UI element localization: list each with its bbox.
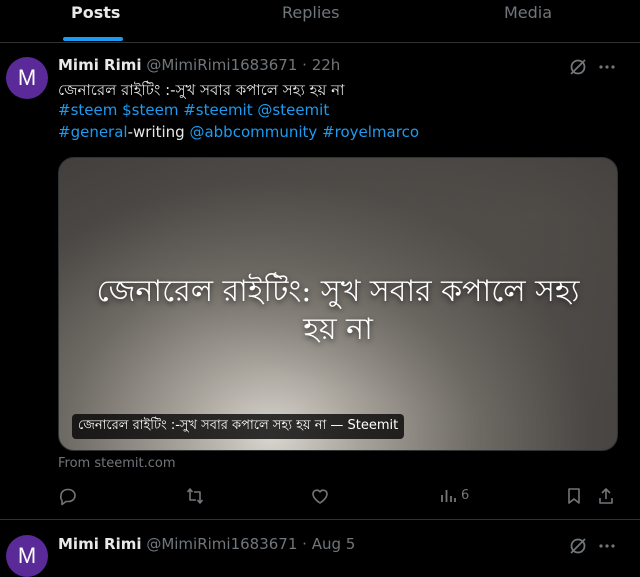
- share-icon[interactable]: [596, 486, 616, 506]
- tweet-hashtags: #general-writing @abbcommunity #royelmar…: [58, 123, 419, 141]
- tweet[interactable]: M Mimi Rimi @MimiRimi1683671 · 22h জেনার…: [0, 42, 640, 520]
- card-headline: জেনারেল রাইটিং: সুখ সবার কপালে সহ্য হয় …: [96, 274, 580, 347]
- profile-tabs: Posts Replies Media: [0, 0, 640, 43]
- active-tab-indicator: [63, 37, 123, 41]
- grok-slash-icon[interactable]: [568, 536, 588, 556]
- tweet-plain-text: -writing: [127, 123, 185, 141]
- display-name[interactable]: Mimi Rimi: [58, 535, 142, 553]
- hashtag-link[interactable]: #royelmarco: [322, 123, 419, 141]
- more-icon[interactable]: [597, 536, 617, 556]
- card-title-label: জেনারেল রাইটিং :-সুখ সবার কপালে সহ্য হয়…: [72, 414, 405, 439]
- card-source[interactable]: From steemit.com: [58, 456, 175, 471]
- reply-icon[interactable]: [58, 486, 78, 506]
- cashtag-link[interactable]: $steem: [122, 101, 178, 119]
- link-card[interactable]: জেনারেল রাইটিং: সুখ সবার কপালে সহ্য হয় …: [58, 157, 618, 451]
- tab-media[interactable]: Media: [432, 0, 640, 42]
- tab-media-label: Media: [504, 3, 553, 22]
- tweet-actions: 6: [0, 486, 640, 510]
- bookmark-icon[interactable]: [564, 486, 584, 506]
- mention-link[interactable]: @abbcommunity: [189, 123, 317, 141]
- timestamp[interactable]: Aug 5: [312, 535, 356, 553]
- separator-dot: ·: [302, 535, 307, 553]
- retweet-icon[interactable]: [185, 486, 205, 506]
- tab-replies-label: Replies: [282, 3, 340, 22]
- mention-link[interactable]: @steemit: [257, 101, 329, 119]
- tab-replies[interactable]: Replies: [186, 0, 432, 42]
- tweet[interactable]: M Mimi Rimi @MimiRimi1683671 · Aug 5: [0, 520, 640, 577]
- hashtag-link[interactable]: #steem: [58, 101, 117, 119]
- tweet-header: Mimi Rimi @MimiRimi1683671 · 22h: [58, 56, 340, 74]
- timestamp[interactable]: 22h: [312, 56, 341, 74]
- separator-dot: ·: [302, 56, 307, 74]
- tab-posts-label: Posts: [71, 3, 121, 22]
- views-icon: [438, 486, 458, 506]
- avatar[interactable]: M: [6, 535, 48, 577]
- user-handle[interactable]: @MimiRimi1683671: [146, 56, 297, 74]
- hashtag-link[interactable]: #general: [58, 123, 128, 141]
- more-icon[interactable]: [597, 57, 617, 77]
- tweet-header: Mimi Rimi @MimiRimi1683671 · Aug 5: [58, 535, 355, 553]
- user-handle[interactable]: @MimiRimi1683671: [146, 535, 297, 553]
- like-icon[interactable]: [310, 486, 330, 506]
- grok-slash-icon[interactable]: [568, 57, 588, 77]
- hashtag-link[interactable]: #steemit: [183, 101, 252, 119]
- display-name[interactable]: Mimi Rimi: [58, 56, 142, 74]
- tab-posts[interactable]: Posts: [0, 0, 186, 42]
- avatar[interactable]: M: [6, 57, 48, 99]
- tweet-hashtags: #steem $steem #steemit @steemit: [58, 101, 329, 119]
- views-count: 6: [461, 488, 470, 503]
